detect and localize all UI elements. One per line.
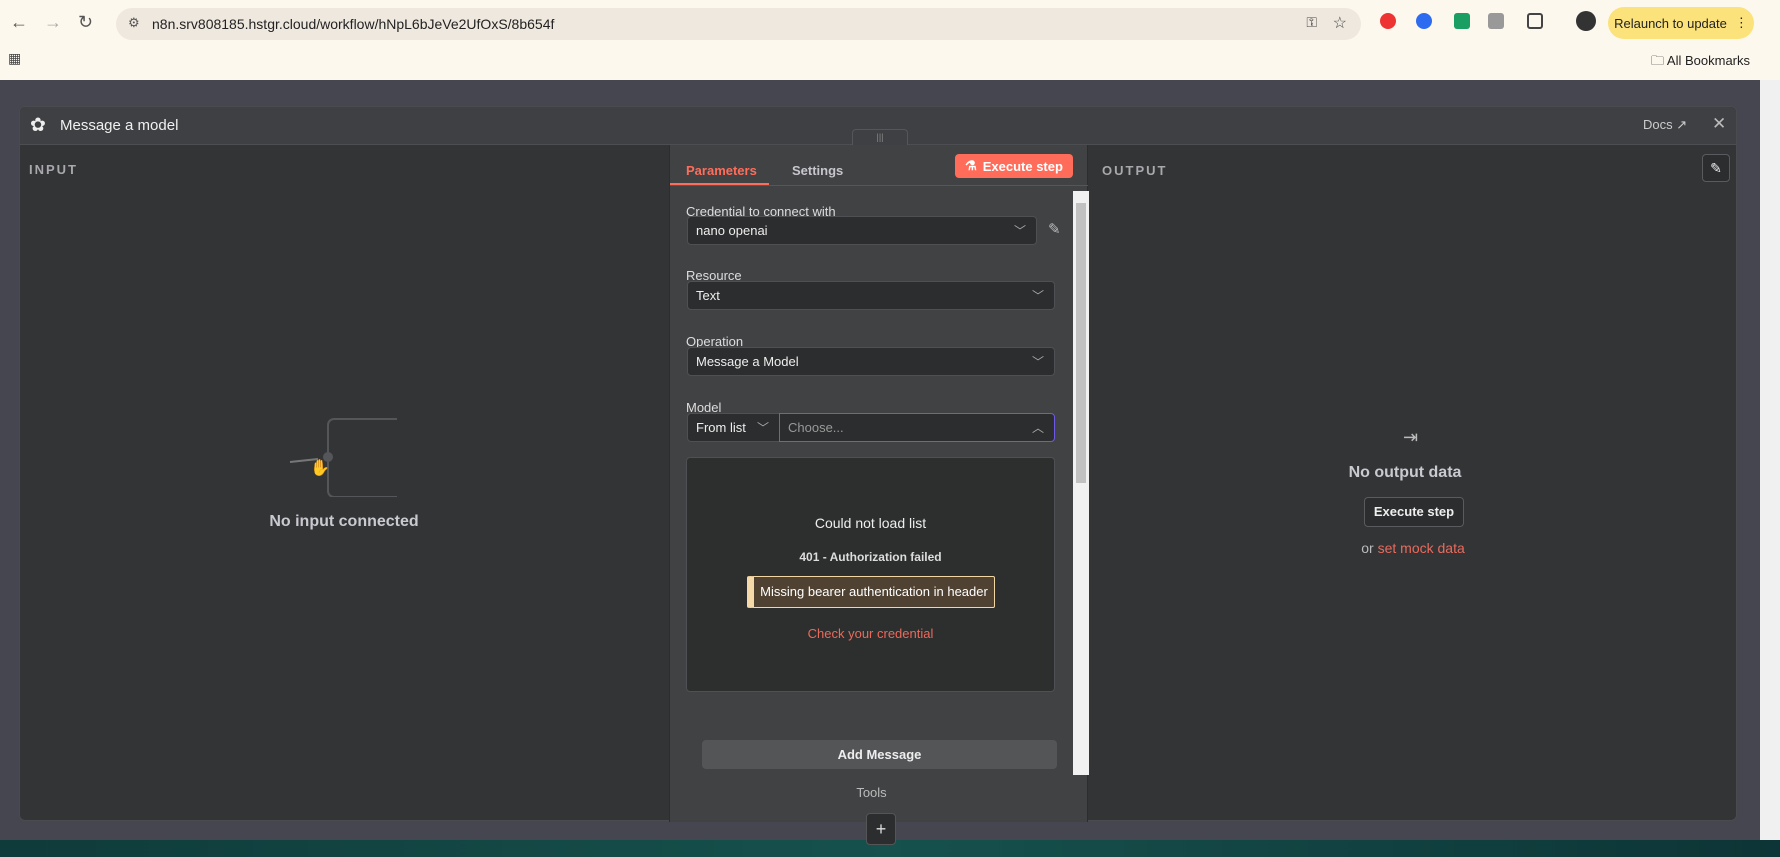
credential-select[interactable]: nano openai ﹀ [687, 216, 1037, 245]
model-mode-value: From list [696, 420, 746, 435]
close-icon[interactable]: ✕ [1712, 114, 1726, 134]
flask-icon: ⚗ [965, 158, 977, 173]
extension-icon[interactable] [1380, 13, 1396, 29]
bookmarks-label: All Bookmarks [1666, 53, 1750, 68]
tab-parameters[interactable]: Parameters [686, 163, 757, 178]
output-execute-step-button[interactable]: Execute step [1364, 497, 1464, 527]
browser-toolbar: ← → ↻ ⚙ n8n.srv808185.hstgr.cloud/workfl… [0, 0, 1780, 80]
chevron-down-icon: ﹀ [1031, 289, 1044, 303]
modal-title: Message a model [60, 117, 179, 134]
external-link-icon: ↗ [1676, 117, 1688, 132]
add-tool-button[interactable]: + [866, 813, 896, 845]
tools-label: Tools [856, 785, 887, 800]
apps-grid-icon[interactable]: ▦ [8, 50, 21, 67]
operation-value: Message a Model [696, 354, 799, 369]
error-code: 401 - Authorization failed [799, 550, 942, 564]
chevron-down-icon: ﹀ [756, 421, 769, 435]
svg-text:✋: ✋ [310, 458, 330, 477]
drag-handle[interactable]: ||| [852, 129, 908, 145]
docs-label: Docs [1643, 117, 1673, 132]
chevron-up-icon: ︿ [1031, 421, 1044, 435]
tab-settings[interactable]: Settings [792, 163, 843, 178]
all-bookmarks[interactable]: 🗀 All Bookmarks [1651, 52, 1750, 74]
video-extension-icon[interactable] [1454, 13, 1470, 29]
chevron-down-icon: ﹀ [1031, 355, 1044, 369]
node-modal: ✿ Message a model Docs ↗ ✕ INPUT ✋ No in… [19, 106, 1737, 845]
docs-link[interactable]: Docs ↗ [1643, 117, 1687, 133]
tab-divider [670, 185, 1088, 186]
relaunch-label: Relaunch to update [1614, 15, 1727, 31]
add-message-button[interactable]: Add Message [702, 740, 1057, 769]
forward-icon[interactable]: → [44, 12, 62, 33]
reload-icon[interactable]: ↻ [78, 12, 93, 33]
pencil-icon: ✎ [1710, 160, 1722, 176]
credential-value: nano openai [696, 223, 768, 238]
back-icon[interactable]: ← [10, 12, 28, 33]
edit-output-button[interactable]: ✎ [1702, 154, 1730, 182]
output-arrow-icon: ⇥ [1403, 427, 1419, 447]
no-input-text: No input connected [269, 513, 419, 530]
folder-icon: 🗀 [1651, 53, 1667, 68]
output-panel-label: OUTPUT [1102, 163, 1168, 178]
plus-icon: + [875, 819, 887, 839]
edit-credential-icon[interactable]: ✎ [1048, 220, 1061, 238]
model-select[interactable]: Choose... ︿ [779, 413, 1055, 442]
scrollbar-thumb[interactable] [1076, 203, 1086, 483]
more-icon: ⋮ [1734, 15, 1748, 30]
input-panel-label: INPUT [29, 162, 78, 177]
or-text: or [1361, 540, 1374, 556]
url-text[interactable]: n8n.srv808185.hstgr.cloud/workflow/hNpL6… [152, 16, 554, 32]
no-output-text: No output data [1348, 464, 1462, 481]
background-window [1760, 80, 1780, 840]
mock-data-line: or set mock data [1320, 540, 1506, 556]
check-credential-link[interactable]: Check your credential [687, 626, 1054, 641]
openai-logo-icon: ✿ [30, 115, 46, 136]
key-icon[interactable]: ⚿ [1306, 14, 1317, 31]
model-dropdown-error: Could not load list 401 - Authorization … [686, 457, 1055, 692]
extensions-puzzle-icon[interactable] [1527, 13, 1543, 29]
site-info-icon[interactable]: ⚙ [128, 15, 140, 31]
chevron-down-icon: ﹀ [1013, 224, 1026, 238]
set-mock-data-link[interactable]: set mock data [1378, 540, 1465, 556]
camera-icon[interactable] [1488, 13, 1504, 29]
error-title: Could not load list [814, 515, 927, 531]
operation-select[interactable]: Message a Model ﹀ [687, 347, 1055, 376]
execute-step-label: Execute step [982, 158, 1063, 174]
resource-select[interactable]: Text ﹀ [687, 281, 1055, 310]
execute-step-button[interactable]: ⚗ Execute step [955, 154, 1073, 178]
resource-value: Text [696, 288, 720, 303]
avatar[interactable] [1576, 11, 1596, 31]
star-icon[interactable]: ☆ [1333, 13, 1347, 33]
zoom-extension-icon[interactable] [1416, 13, 1432, 29]
model-placeholder: Choose... [788, 420, 844, 435]
error-detail-banner: Missing bearer authentication in header [747, 576, 995, 608]
address-bar[interactable]: ⚙ n8n.srv808185.hstgr.cloud/workflow/hNp… [116, 8, 1361, 40]
model-mode-select[interactable]: From list ﹀ [687, 413, 780, 442]
no-input-illustration: ✋ [289, 418, 397, 497]
relaunch-button[interactable]: Relaunch to update ⋮ [1608, 7, 1754, 39]
parameters-panel: ||| Parameters Settings ⚗ Execute step Cr… [669, 129, 1089, 845]
